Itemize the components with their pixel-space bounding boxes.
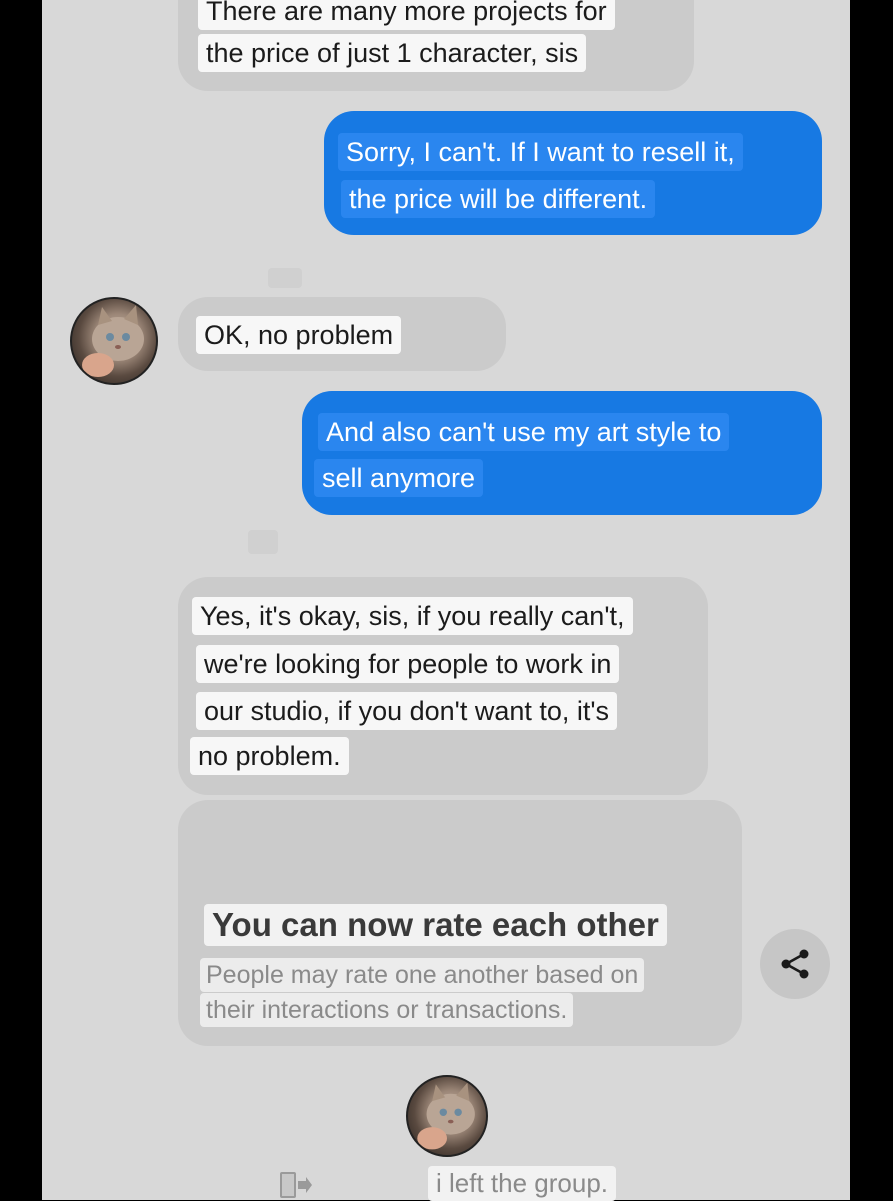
faded-artifact [268, 268, 302, 288]
share-button[interactable] [760, 929, 830, 999]
message-bubble-incoming[interactable]: OK, no problem [178, 297, 506, 371]
system-message: i left the group. [428, 1166, 616, 1201]
message-text: OK, no problem [196, 316, 402, 354]
message-text: our studio, if you don't want to, it's [196, 692, 618, 730]
message-bubble-outgoing[interactable]: And also can't use my art style to sell … [302, 391, 822, 515]
message-text: Sorry, I can't. If I want to resell it, [338, 133, 743, 171]
kitten-avatar-icon [82, 305, 144, 377]
kitten-avatar[interactable] [406, 1075, 488, 1157]
message-text: the price of just 1 character, sis [198, 34, 587, 72]
message-text: no problem. [190, 737, 349, 775]
message-bubble-incoming[interactable]: There are many more projects for the pri… [178, 0, 694, 91]
message-bubble-outgoing[interactable]: Sorry, I can't. If I want to resell it, … [324, 111, 822, 235]
kitten-avatar[interactable] [70, 297, 158, 385]
message-text: Yes, it's okay, sis, if you really can't… [192, 597, 633, 635]
rating-card: You can now rate each other People may r… [178, 800, 742, 1046]
rating-card-subtitle: their interactions or transactions. [200, 993, 574, 1027]
share-icon [781, 949, 809, 979]
rating-card-title: You can now rate each other [204, 904, 667, 946]
kitten-avatar-icon [417, 1082, 475, 1150]
message-bubble-incoming[interactable]: Yes, it's okay, sis, if you really can't… [178, 577, 708, 795]
rating-card-subtitle: People may rate one another based on [200, 958, 645, 992]
message-text: we're looking for people to work in [196, 645, 620, 683]
faded-artifact [248, 530, 278, 554]
message-text: There are many more projects for [198, 0, 615, 30]
message-text: sell anymore [314, 459, 484, 497]
message-text: And also can't use my art style to [318, 413, 730, 451]
leave-group-icon [280, 1172, 312, 1198]
chat-screen: There are many more projects for the pri… [42, 0, 850, 1201]
message-text: the price will be different. [341, 180, 656, 218]
